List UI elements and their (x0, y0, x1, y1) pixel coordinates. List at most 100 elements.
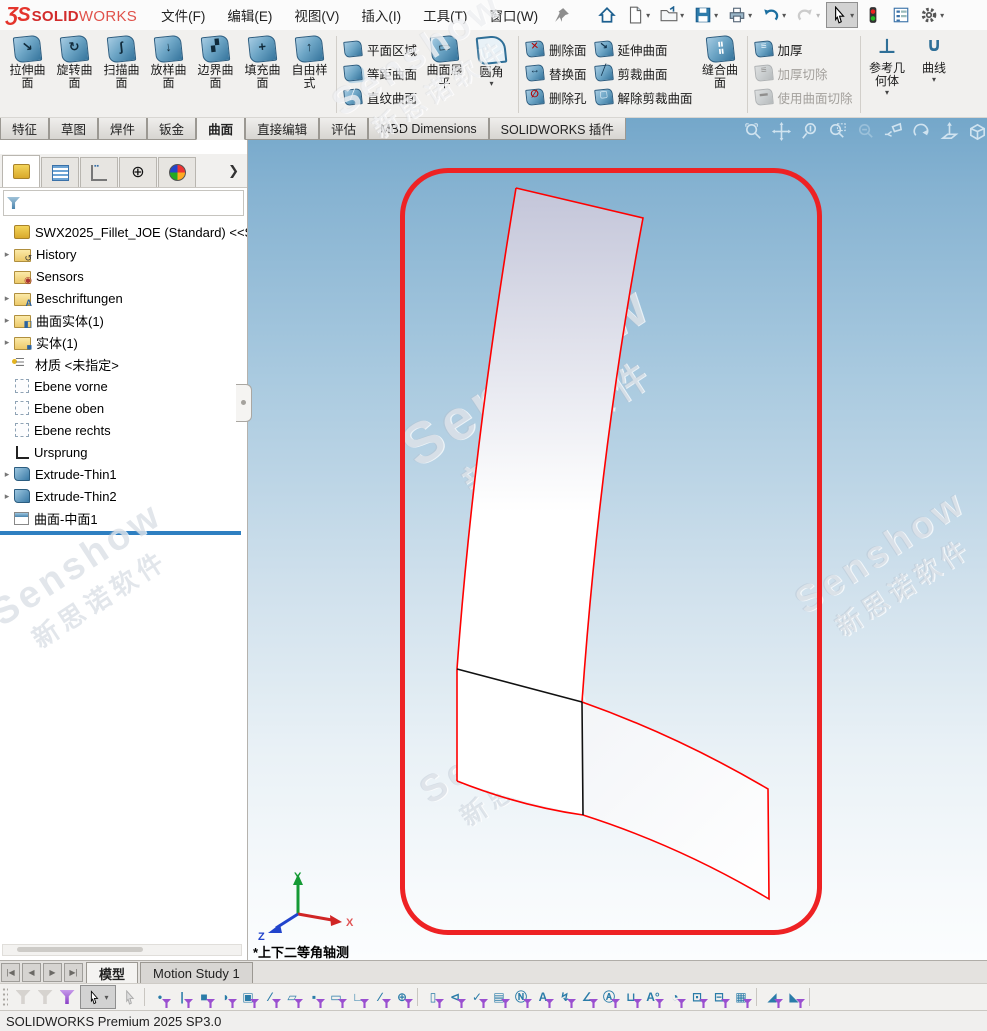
delete-face-button[interactable]: 删除面 (522, 38, 591, 60)
filter-sketch-segments-icon[interactable]: ∟ (347, 986, 369, 1008)
pan-icon[interactable] (769, 119, 794, 143)
settings-gear-icon[interactable]: ▾ (916, 2, 948, 28)
select-cursor-icon[interactable]: ▾ (80, 985, 116, 1009)
extruded-surface-button[interactable]: 拉伸曲面 (4, 32, 51, 117)
filter-datums-icon[interactable]: ✓ (466, 986, 488, 1008)
zoom-to-fit-icon[interactable] (741, 119, 766, 143)
tree-item[interactable]: Sensors (0, 265, 247, 287)
filter-solid-bodies-icon[interactable]: ▣ (237, 986, 259, 1008)
reference-geometry-button[interactable]: 参考几何体▾ (864, 32, 911, 117)
panel-splitter-handle[interactable] (236, 384, 252, 422)
filter-blocks-icon[interactable]: ▦ (730, 986, 752, 1008)
previous-view-icon[interactable] (881, 119, 906, 143)
filter-dowel-pins-icon[interactable]: ⊔ (620, 986, 642, 1008)
command-tab[interactable]: 钣金 (147, 118, 196, 140)
tree-item[interactable]: ▸ Beschriftungen (0, 287, 247, 309)
pin-icon[interactable] (554, 7, 570, 23)
featuremanager-tab[interactable] (2, 155, 40, 187)
filter-axes-icon[interactable]: ⁄ (259, 986, 281, 1008)
tree-item[interactable]: Ebene vorne (0, 375, 247, 397)
thicken-button[interactable]: 加厚 (751, 38, 857, 60)
home-icon[interactable] (594, 2, 620, 28)
filter-surface-bodies-icon[interactable]: ◗ (215, 986, 237, 1008)
tree-item[interactable]: 曲面-中面1 (0, 507, 247, 529)
expand-arrow-icon[interactable]: ▸ (0, 249, 14, 260)
options-list-icon[interactable] (888, 2, 914, 28)
tree-item[interactable]: Ebene rechts (0, 419, 247, 441)
first-tab-icon[interactable]: |◀ (1, 963, 20, 982)
trim-surface-button[interactable]: 剪裁曲面 (591, 62, 697, 84)
expand-arrow-icon[interactable]: ▸ (0, 315, 14, 326)
document-tab[interactable]: Motion Study 1 (140, 962, 253, 984)
fillet-button[interactable]: 圆角▾ (468, 32, 515, 117)
expand-arrow-icon[interactable]: ▸ (0, 469, 14, 480)
filter-section-views-icon[interactable]: ◔ (664, 986, 686, 1008)
next-tab-icon[interactable]: ▶ (43, 963, 62, 982)
clear-all-filters-icon[interactable] (34, 986, 56, 1008)
displaymanager-tab[interactable] (158, 157, 196, 187)
menu-item[interactable]: 窗口(W) (489, 5, 538, 25)
filter-notes-icon[interactable]: ▤ (488, 986, 510, 1008)
filter-sketches-icon[interactable]: ▭ (325, 986, 347, 1008)
rebuild-traffic-light-icon[interactable] (860, 2, 886, 28)
tree-item[interactable]: ▸ History (0, 243, 247, 265)
viewport-canvas[interactable]: Senshow新思诺软件 Senshow新思诺软件 Senshow新思诺软件 Y… (248, 118, 987, 960)
lofted-surface-button[interactable]: 放样曲面 (145, 32, 192, 117)
revolved-surface-button[interactable]: 旋转曲面 (51, 32, 98, 117)
freeform-button[interactable]: 自由样式 (286, 32, 333, 117)
filter-review-annotations-icon[interactable]: Ⓐ (598, 986, 620, 1008)
filter-annotations-icon[interactable]: A (532, 986, 554, 1008)
menu-item[interactable]: 插入(I) (361, 5, 401, 25)
expand-arrow-icon[interactable]: ▸ (0, 293, 14, 304)
offset-surface-button[interactable]: 等距曲面 (340, 62, 421, 84)
ruled-surface-button[interactable]: 直纹曲面 (340, 86, 421, 108)
configurationmanager-tab[interactable] (80, 157, 118, 187)
redo-icon[interactable]: ▾ (792, 2, 824, 28)
filter-reference-points-icon[interactable]: ◣ (783, 986, 805, 1008)
planar-surface-button[interactable]: 平面区域 (340, 38, 421, 60)
propertymanager-tab[interactable] (41, 157, 79, 187)
filled-surface-button[interactable]: 填充曲面 (239, 32, 286, 117)
save-icon[interactable]: ▾ (690, 2, 722, 28)
filter-sketch-points-icon[interactable]: ▪ (303, 986, 325, 1008)
command-tab[interactable]: 曲面 (196, 118, 245, 140)
curves-button[interactable]: 曲线▾ (911, 32, 958, 117)
select-cursor-icon[interactable]: ▾ (826, 2, 858, 28)
filter-routing-points-icon[interactable]: ⊟ (708, 986, 730, 1008)
filter-vertices-icon[interactable]: • (149, 986, 171, 1008)
filter-weld-symbols-icon[interactable]: ↯ (554, 986, 576, 1008)
panel-horizontal-scrollbar[interactable] (2, 944, 242, 956)
menu-item[interactable]: 文件(F) (161, 5, 205, 25)
magnified-selection-icon[interactable] (118, 986, 140, 1008)
filter-faces-icon[interactable]: ■ (193, 986, 215, 1008)
expand-arrow-icon[interactable]: ▸ (0, 337, 14, 348)
tree-item[interactable]: 材质 <未指定> (0, 353, 247, 375)
flatten-surface-button[interactable]: 曲面展平 (421, 32, 468, 117)
filter-angle-dimensions-icon[interactable]: A° (642, 986, 664, 1008)
dimxpertmanager-tab[interactable]: ⊕ (119, 157, 157, 187)
filter-connection-points-icon[interactable]: ⊡ (686, 986, 708, 1008)
boundary-surface-button[interactable]: 边界曲面 (192, 32, 239, 117)
zoom-out-icon[interactable] (853, 119, 878, 143)
filter-dimensions-icon[interactable]: ▯ (422, 986, 444, 1008)
rollback-bar[interactable] (0, 531, 241, 535)
previous-tab-icon[interactable]: ◀ (22, 963, 41, 982)
open-file-icon[interactable]: ▾ (656, 2, 688, 28)
swept-surface-button[interactable]: 扫描曲面 (98, 32, 145, 117)
cut-with-surface-button[interactable]: 使用曲面切除 (751, 86, 857, 108)
zoom-in-out-icon[interactable] (797, 119, 822, 143)
filter-coordinate-systems-icon[interactable]: ◢ (761, 986, 783, 1008)
clear-filter-icon[interactable] (12, 986, 34, 1008)
tree-filter-input[interactable] (24, 194, 243, 212)
undo-icon[interactable]: ▾ (758, 2, 790, 28)
view-orientation-icon[interactable] (965, 119, 987, 143)
tree-item[interactable]: ▸ Extrude-Thin2 (0, 485, 247, 507)
tree-root[interactable]: SWX2025_Fillet_JOE (Standard) <<Sta (0, 221, 247, 243)
filter-center-marks-icon[interactable]: ⊕ (391, 986, 413, 1008)
panel-expand-arrow-icon[interactable]: ❯ (228, 163, 239, 179)
filter-surface-finish-icon[interactable]: ⊲ (444, 986, 466, 1008)
filter-balloons-icon[interactable]: Ⓝ (510, 986, 532, 1008)
command-tab[interactable]: 草图 (49, 118, 98, 140)
extend-surface-button[interactable]: 延伸曲面 (591, 38, 697, 60)
thickened-cut-button[interactable]: 加厚切除 (751, 62, 857, 84)
